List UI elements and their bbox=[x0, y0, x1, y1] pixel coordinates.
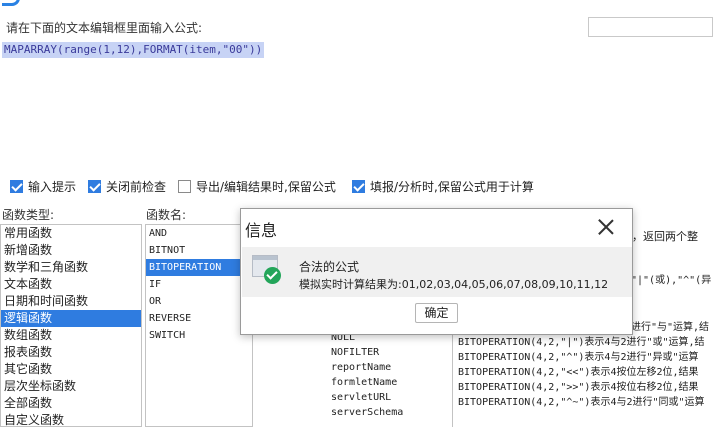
dialog-result: 模拟实时计算结果为:01,02,03,04,05,06,07,08,09,10,… bbox=[299, 278, 609, 291]
function-names-label: 函数名: bbox=[146, 208, 187, 222]
option-keep-formula-fill[interactable]: 填报/分析时,保留公式用于计算 bbox=[352, 178, 534, 195]
description-line: "|"(或),"^"(异 bbox=[631, 275, 712, 286]
checkbox-keep-formula-export[interactable] bbox=[178, 180, 191, 193]
list-item[interactable]: 文本函数 bbox=[1, 276, 141, 293]
list-item[interactable]: formletName bbox=[290, 375, 450, 390]
list-item[interactable]: OR bbox=[146, 293, 252, 310]
list-item[interactable]: SWITCH bbox=[146, 327, 252, 344]
search-input[interactable] bbox=[588, 17, 713, 37]
description-line: 进行"与"运算,结 bbox=[631, 322, 710, 333]
list-item[interactable]: servletURL bbox=[290, 390, 450, 405]
dialog-body: 合法的公式 模拟实时计算结果为:01,02,03,04,05,06,07,08,… bbox=[242, 247, 632, 297]
description-line: BITOPERATION(4,2,"<<")表示4按位左移2位,结果 bbox=[458, 367, 699, 378]
list-item[interactable]: 数组函数 bbox=[1, 327, 141, 344]
list-item[interactable]: 层次坐标函数 bbox=[1, 378, 141, 395]
checkbox-input-hint[interactable] bbox=[10, 180, 23, 193]
list-item[interactable]: 其它函数 bbox=[1, 361, 141, 378]
list-item-selected[interactable]: BITOPERATION bbox=[146, 259, 252, 276]
list-item[interactable]: BITNOT bbox=[146, 242, 252, 259]
list-item[interactable]: REVERSE bbox=[146, 310, 252, 327]
list-item[interactable]: 报表函数 bbox=[1, 344, 141, 361]
option-keep-formula-export[interactable]: 导出/编辑结果时,保留公式 bbox=[178, 178, 336, 195]
list-item-selected[interactable]: 逻辑函数 bbox=[1, 310, 141, 327]
formula-text[interactable]: MAPARRAY(range(1,12),FORMAT(item,"00")) bbox=[2, 42, 265, 58]
list-item[interactable]: 全部函数 bbox=[1, 395, 141, 412]
prompt-label: 请在下面的文本编辑框里面输入公式: bbox=[6, 21, 203, 35]
option-input-hint[interactable]: 输入提示 bbox=[10, 178, 76, 195]
function-names-list[interactable]: AND BITNOT BITOPERATION IF OR REVERSE SW… bbox=[145, 224, 253, 427]
checkbox-keep-formula-fill[interactable] bbox=[352, 180, 365, 193]
top-bar bbox=[0, 0, 713, 14]
list-item[interactable]: NOFILTER bbox=[290, 345, 450, 360]
option-label: 关闭前检查 bbox=[106, 180, 167, 194]
ok-button[interactable]: 确定 bbox=[415, 303, 458, 323]
info-dialog: 信息 合法的公式 模拟实时计算结果为:01,02,03,04,05,06,07,… bbox=[240, 208, 633, 335]
option-check-before-close[interactable]: 关闭前检查 bbox=[88, 178, 166, 195]
checkbox-check-before-close[interactable] bbox=[88, 180, 101, 193]
list-item[interactable]: serverSchema bbox=[290, 405, 450, 420]
list-item[interactable]: IF bbox=[146, 276, 252, 293]
description-line: BITOPERATION(4,2,"^")表示4与2进行"异或"运算 bbox=[458, 352, 699, 363]
success-icon bbox=[252, 255, 282, 285]
dialog-message: 合法的公式 bbox=[299, 260, 360, 274]
function-types-list[interactable]: 常用函数 新增函数 数学和三角函数 文本函数 日期和时间函数 逻辑函数 数组函数… bbox=[0, 224, 142, 427]
list-item[interactable]: reportName bbox=[290, 360, 450, 375]
description-line: BITOPERATION(4,2,"^~")表示4与2进行"同或"运算 bbox=[458, 397, 705, 408]
option-label: 输入提示 bbox=[28, 180, 77, 194]
dialog-title: 信息 bbox=[245, 221, 278, 240]
list-item[interactable]: 日期和时间函数 bbox=[1, 293, 141, 310]
options-bar: 输入提示 关闭前检查 导出/编辑结果时,保留公式 填报/分析时,保留公式用于计算 bbox=[0, 176, 713, 196]
option-label: 导出/编辑结果时,保留公式 bbox=[196, 180, 336, 194]
list-item[interactable]: AND bbox=[146, 225, 252, 242]
list-item[interactable]: 自定义函数 bbox=[1, 412, 141, 426]
list-item[interactable]: 常用函数 bbox=[1, 225, 141, 242]
close-icon[interactable] bbox=[597, 218, 615, 236]
description-line: BITOPERATION(4,2,">>")表示4按位右移2位,结果 bbox=[458, 382, 699, 393]
list-item[interactable]: 新增函数 bbox=[1, 242, 141, 259]
description-line: BITOPERATION(4,2,"|")表示4与2进行"或"运算,结 bbox=[458, 337, 705, 348]
list-item[interactable]: 数学和三角函数 bbox=[1, 259, 141, 276]
formula-editor[interactable]: MAPARRAY(range(1,12),FORMAT(item,"00")) bbox=[0, 40, 713, 168]
check-icon bbox=[264, 267, 281, 284]
parameters-list[interactable]: NULL NOFILTER reportName formletName ser… bbox=[290, 330, 450, 427]
option-label: 填报/分析时,保留公式用于计算 bbox=[370, 180, 534, 194]
app-logo-icon bbox=[2, 0, 20, 6]
function-types-label: 函数类型: bbox=[2, 208, 55, 222]
